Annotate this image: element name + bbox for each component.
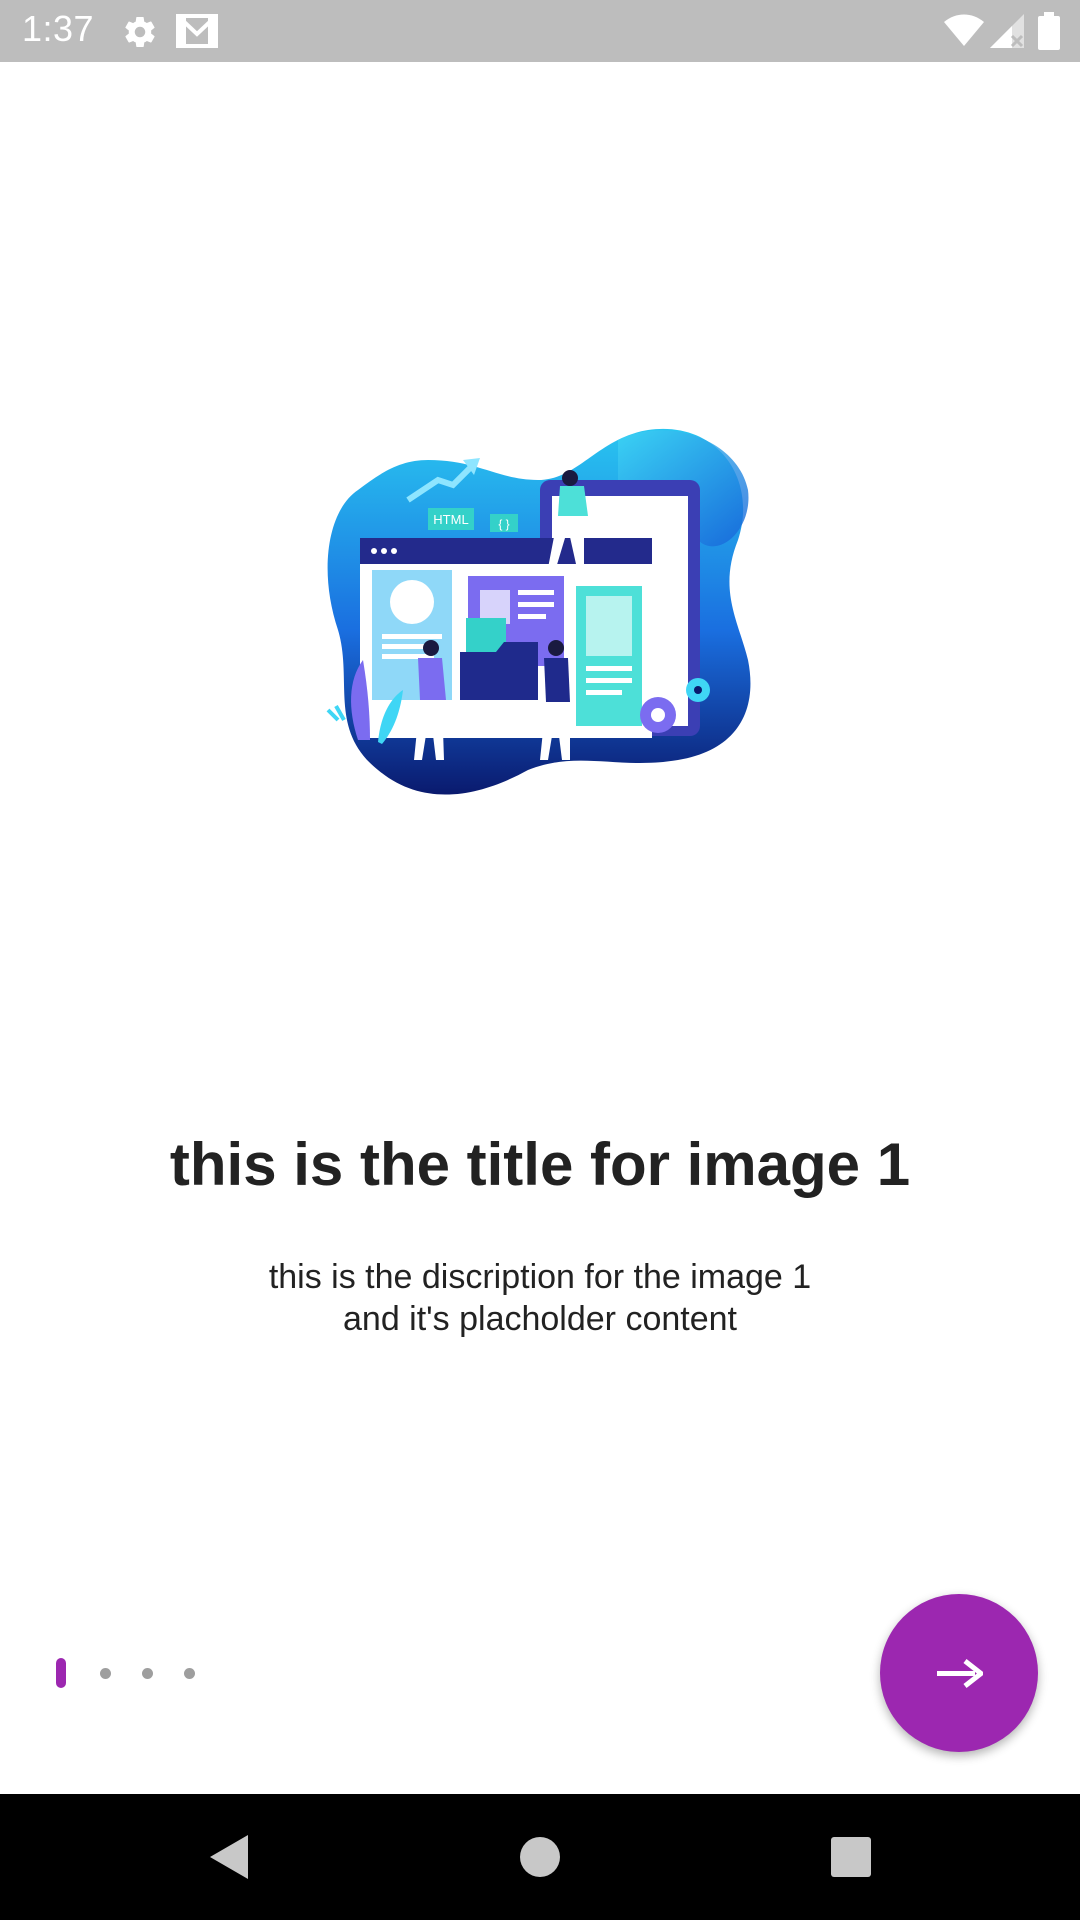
page-indicator — [56, 1658, 216, 1688]
status-bar: 1:37 — [0, 0, 1080, 62]
signal-icon — [990, 14, 1024, 53]
html-tag-label: HTML — [433, 512, 468, 527]
home-button[interactable] — [507, 1824, 573, 1890]
settings-icon — [122, 14, 158, 55]
page-dot-3[interactable] — [142, 1668, 153, 1679]
next-button[interactable] — [880, 1594, 1038, 1752]
navigation-bar — [0, 1794, 1080, 1920]
arrow-right-icon — [937, 1659, 983, 1688]
recents-icon — [831, 1837, 871, 1877]
battery-icon — [1038, 12, 1060, 55]
back-icon — [210, 1835, 248, 1879]
status-time: 1:37 — [22, 8, 95, 49]
description-line-1: this is the discription for the image 1 — [268, 1258, 812, 1296]
onboarding-screen: 1:37 HTML {} this is the title for imag… — [0, 0, 1080, 1920]
code-braces-label: { } — [498, 517, 509, 531]
description-line-2: and it's placholder content — [343, 1300, 737, 1338]
gmail-icon — [176, 14, 218, 53]
page-dot-active[interactable] — [56, 1658, 66, 1688]
back-button[interactable] — [196, 1824, 262, 1890]
wifi-icon — [944, 14, 984, 53]
home-icon — [520, 1837, 560, 1877]
page-title: this is the title for image 1 — [169, 1131, 911, 1198]
page-description: this is the discription for the image 1 … — [140, 1256, 940, 1340]
page-dot-4[interactable] — [184, 1668, 195, 1679]
page-dot-2[interactable] — [100, 1668, 111, 1679]
recents-button[interactable] — [818, 1824, 884, 1890]
web-development-illustration: HTML { } — [318, 420, 766, 812]
